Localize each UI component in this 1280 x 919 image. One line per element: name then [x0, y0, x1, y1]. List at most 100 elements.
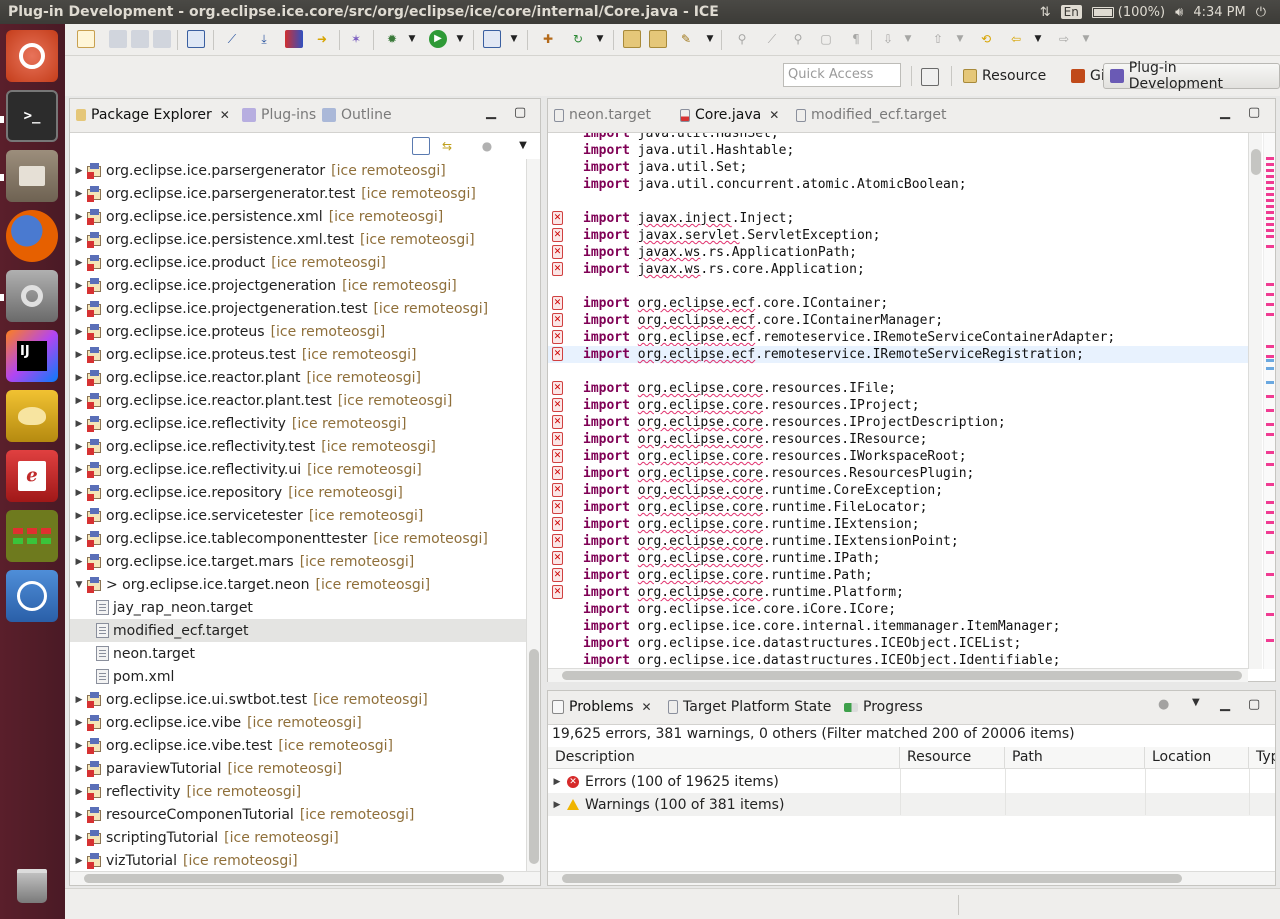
error-overview-marker[interactable] [1266, 639, 1274, 642]
error-overview-marker[interactable] [1266, 355, 1274, 358]
view-menu-icon[interactable]: ▼ [514, 137, 532, 155]
expand-arrow-icon[interactable]: ▶ [73, 833, 85, 843]
run-dropdown-icon[interactable]: ▼ [451, 30, 469, 48]
error-overview-marker[interactable] [1266, 181, 1274, 184]
occurrence-overview-marker[interactable] [1266, 381, 1274, 384]
error-marker-icon[interactable]: ✕ [552, 500, 563, 514]
pdf-reader-icon[interactable]: ℯ [6, 450, 58, 502]
tree-project-item[interactable]: ▶ org.eclipse.ice.tablecomponenttester [ic… [70, 527, 526, 550]
expand-arrow-icon[interactable]: ▶ [73, 189, 85, 199]
tree-file-item[interactable]: pom.xml [70, 665, 526, 688]
tree-project-item[interactable]: ▶ org.eclipse.ice.persistence.xml.test [ic… [70, 228, 526, 251]
expand-arrow-icon[interactable]: ▶ [73, 327, 85, 337]
tab-package-explorer[interactable]: Package Explorer ✕ [76, 107, 230, 123]
error-overview-marker[interactable] [1266, 573, 1274, 576]
expand-arrow-icon[interactable]: ▶ [73, 281, 85, 291]
tree-project-item[interactable]: ▶ org.eclipse.ice.persistence.xml [ice rem… [70, 205, 526, 228]
error-marker-icon[interactable]: ✕ [552, 398, 563, 412]
forward-dropdown-icon[interactable]: ▼ [1077, 30, 1095, 48]
tab-plug-ins[interactable]: Plug-ins [242, 107, 316, 123]
error-marker-icon[interactable]: ✕ [552, 483, 563, 497]
expand-arrow-icon[interactable]: ▶ [73, 511, 85, 521]
open-type-icon[interactable] [623, 30, 641, 48]
expand-arrow-icon[interactable]: ▶ [73, 810, 85, 820]
code-line[interactable]: ✕ import org.eclipse.core.resources.IProj… [548, 414, 1248, 431]
tab-problems[interactable]: Problems ✕ [552, 699, 652, 715]
error-overview-marker[interactable] [1266, 423, 1274, 426]
error-marker-icon[interactable]: ✕ [552, 534, 563, 548]
expand-arrow-icon[interactable]: ▶ [73, 488, 85, 498]
deploy-icon[interactable]: ⤓ [255, 30, 273, 48]
column-resource[interactable]: Resource [900, 747, 1005, 769]
tab-modified-ecf-target[interactable]: modified_ecf.target [796, 107, 947, 123]
external-tools-dropdown-icon[interactable]: ▼ [505, 30, 523, 48]
error-marker-icon[interactable]: ✕ [552, 211, 563, 225]
code-line[interactable]: ✕ import org.eclipse.core.runtime.IExtens… [548, 516, 1248, 533]
expand-arrow-icon[interactable]: ▶ [73, 373, 85, 383]
error-overview-marker[interactable] [1266, 501, 1274, 504]
tree-project-item[interactable]: ▶ org.eclipse.ice.product [ice remoteosgi] [70, 251, 526, 274]
editor-vertical-scrollbar[interactable] [1248, 133, 1262, 669]
error-overview-marker[interactable] [1266, 223, 1274, 226]
save-icon[interactable] [109, 30, 127, 48]
code-line[interactable]: ✕ import org.eclipse.core.resources.IProj… [548, 397, 1248, 414]
expand-arrow-icon[interactable]: ▶ [73, 534, 85, 544]
error-overview-marker[interactable] [1266, 531, 1274, 534]
error-overview-marker[interactable] [1266, 217, 1274, 220]
error-marker-icon[interactable]: ✕ [552, 245, 563, 259]
tree-project-item[interactable]: ▶ org.eclipse.ice.parsergenerator.test [ic… [70, 182, 526, 205]
code-line[interactable]: import java.util.Set; [548, 159, 1248, 176]
code-line[interactable]: import java.util.HashSet; [548, 133, 1248, 142]
error-overview-marker[interactable] [1266, 163, 1274, 166]
problems-row-warnings[interactable]: ▶ Warnings (100 of 381 items) [548, 793, 1275, 816]
error-marker-icon[interactable]: ✕ [552, 517, 563, 531]
tree-project-item[interactable]: ▶ resourceComponenTutorial [ice remoteosgi… [70, 803, 526, 826]
intellij-icon[interactable]: IJ [6, 330, 58, 382]
error-overview-marker[interactable] [1266, 205, 1274, 208]
perspective-resource[interactable]: Resource [957, 63, 1052, 89]
quick-access-input[interactable]: Quick Access [783, 63, 901, 87]
code-line[interactable]: ✕ import org.eclipse.core.runtime.Path; [548, 567, 1248, 584]
column-path[interactable]: Path [1005, 747, 1145, 769]
expand-arrow-icon[interactable]: ▶ [73, 350, 85, 360]
toggle-block-selection-icon[interactable]: ⟋ [763, 30, 781, 48]
next-annotation-dropdown-icon[interactable]: ▼ [899, 30, 917, 48]
code-line[interactable]: ✕ import org.eclipse.core.resources.Resou… [548, 465, 1248, 482]
code-line[interactable]: ✕ import org.eclipse.core.resources.IWork… [548, 448, 1248, 465]
problems-row-errors[interactable]: ▶ ✕ Errors (100 of 19625 items) [548, 770, 1275, 793]
error-overview-marker[interactable] [1266, 211, 1274, 214]
pilcrow-icon[interactable]: ¶ [847, 30, 865, 48]
error-marker-icon[interactable]: ✕ [552, 381, 563, 395]
error-overview-marker[interactable] [1266, 157, 1274, 160]
error-overview-marker[interactable] [1266, 169, 1274, 172]
occurrence-overview-marker[interactable] [1266, 367, 1274, 370]
error-overview-marker[interactable] [1266, 595, 1274, 598]
search-dropdown-icon[interactable]: ▼ [701, 30, 719, 48]
overview-ruler[interactable] [1263, 133, 1275, 669]
error-marker-icon[interactable]: ✕ [552, 551, 563, 565]
error-overview-marker[interactable] [1266, 175, 1274, 178]
expand-arrow-icon[interactable]: ▶ [73, 304, 85, 314]
file-manager-icon[interactable] [6, 150, 58, 202]
expand-arrow-icon[interactable]: ▶ [73, 235, 85, 245]
column-location[interactable]: Location [1145, 747, 1249, 769]
plugin-icon[interactable]: ✶ [347, 30, 365, 48]
error-overview-marker[interactable] [1266, 235, 1274, 238]
firefox-icon[interactable] [6, 210, 58, 262]
error-marker-icon[interactable]: ✕ [552, 228, 563, 242]
error-overview-marker[interactable] [1266, 293, 1274, 296]
code-line[interactable]: import java.util.concurrent.atomic.Atomi… [548, 176, 1248, 193]
refresh-icon[interactable]: ↻ [569, 30, 587, 48]
search-icon[interactable]: ✎ [677, 30, 695, 48]
system-settings-icon[interactable] [6, 270, 58, 322]
tree-project-item[interactable]: ▶ vizTutorial [ice remoteosgi] [70, 849, 526, 872]
link-with-editor-icon[interactable]: ⇆ [438, 137, 456, 155]
tree-project-item[interactable]: ▼ > org.eclipse.ice.target.neon [ice remot… [70, 573, 526, 596]
error-overview-marker[interactable] [1266, 433, 1274, 436]
editor-horizontal-scrollbar[interactable] [548, 668, 1248, 682]
jenkins-icon[interactable] [6, 570, 58, 622]
tree-project-item[interactable]: ▶ org.eclipse.ice.reflectivity [ice remote… [70, 412, 526, 435]
genie-lamp-icon[interactable] [6, 390, 58, 442]
error-overview-marker[interactable] [1266, 451, 1274, 454]
previous-annotation-dropdown-icon[interactable]: ▼ [951, 30, 969, 48]
